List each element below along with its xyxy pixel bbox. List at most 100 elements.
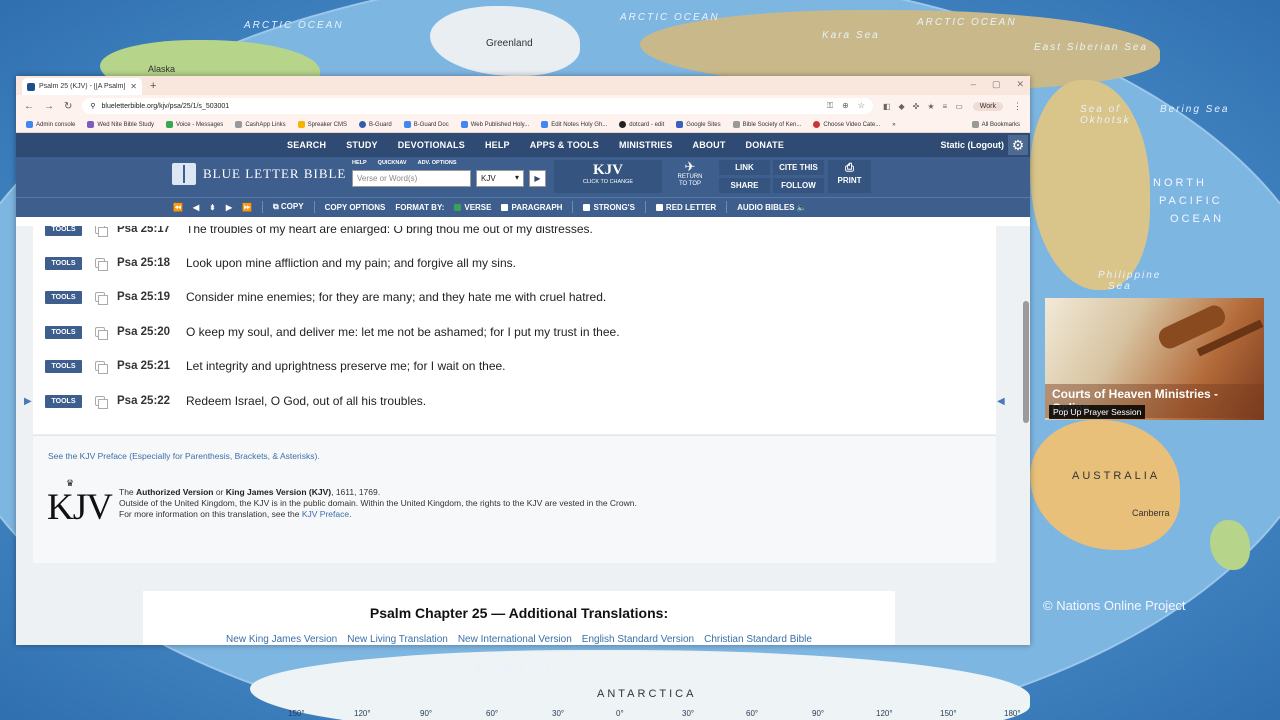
quicknav-link[interactable]: QUICKNAV: [378, 160, 407, 166]
zoom-icon[interactable]: ⊕: [842, 101, 849, 111]
nav-devotionals[interactable]: DEVOTIONALS: [398, 140, 465, 150]
verse-tools-button[interactable]: TOOLS: [45, 325, 82, 339]
bookmark-star-icon[interactable]: ★: [927, 102, 934, 111]
copy-verse-icon[interactable]: [95, 292, 108, 305]
copy-verse-icon[interactable]: [95, 258, 108, 271]
verse-tools-button[interactable]: TOOLS: [45, 359, 82, 373]
bookmark-item[interactable]: Edit Notes Holy Gh...: [541, 121, 607, 128]
last-chapter-icon[interactable]: ⏩: [242, 203, 252, 212]
media-icon[interactable]: ≡: [943, 102, 948, 111]
bookmark-item[interactable]: Voice - Messages: [165, 121, 223, 128]
translation-link[interactable]: New Living Translation: [347, 634, 448, 645]
prev-chapter-icon[interactable]: ◀: [193, 203, 199, 212]
puzzle-icon[interactable]: ✜: [913, 102, 920, 111]
copy-verse-icon[interactable]: [95, 361, 108, 374]
forward-arrow-icon[interactable]: →: [44, 101, 54, 112]
bookmark-item[interactable]: B-Guard Doc: [403, 121, 449, 128]
gear-icon[interactable]: ⚙: [1008, 135, 1028, 155]
extension-icon[interactable]: ◆: [899, 102, 905, 111]
copy-button[interactable]: ⧉ COPY: [273, 202, 304, 212]
search-input[interactable]: Verse or Word(s): [352, 170, 471, 187]
site-logo[interactable]: Blue Letter Bible: [172, 163, 346, 185]
all-bookmarks[interactable]: All Bookmarks: [971, 121, 1020, 128]
bookmark-item[interactable]: Bible Society of Ken...: [732, 121, 801, 128]
print-button[interactable]: ⎙ PRINT: [828, 160, 871, 193]
left-expand-arrow-icon[interactable]: ▶: [24, 396, 32, 407]
bookmark-item[interactable]: Spreaker CMS: [297, 121, 347, 128]
bookmarks-overflow-icon[interactable]: »: [892, 122, 895, 128]
nav-donate[interactable]: DONATE: [746, 140, 785, 150]
verse-tools-button[interactable]: TOOLS: [45, 256, 82, 270]
bookmark-item[interactable]: B-Guard: [359, 121, 392, 128]
strongs-option[interactable]: STRONG'S: [583, 203, 635, 212]
red-letter-option[interactable]: RED LETTER: [655, 203, 716, 212]
close-window-icon[interactable]: ✕: [1016, 79, 1024, 90]
back-arrow-icon[interactable]: ←: [24, 101, 34, 112]
version-change-button[interactable]: KJV CLICK TO CHANGE: [554, 160, 662, 193]
translation-link[interactable]: New King James Version: [226, 634, 337, 645]
bookmark-item[interactable]: Admin console: [26, 121, 75, 128]
follow-button[interactable]: FOLLOW: [773, 178, 824, 193]
nav-search[interactable]: SEARCH: [287, 140, 326, 150]
verse-tools-button[interactable]: TOOLS: [45, 394, 82, 408]
verse-reference[interactable]: Psa 25:17: [117, 226, 186, 235]
scrollbar[interactable]: [1022, 226, 1030, 645]
key-icon[interactable]: ⚿: [827, 101, 833, 111]
paragraph-format-option[interactable]: PARAGRAPH: [501, 203, 562, 212]
bookmark-item[interactable]: dotcard - edit: [619, 121, 664, 128]
checkbox-icon[interactable]: [583, 203, 591, 211]
profile-button[interactable]: Work: [972, 101, 1003, 111]
audio-bibles-button[interactable]: AUDIO BIBLES 🔈: [737, 203, 807, 212]
bookmark-item[interactable]: Google Sites: [676, 121, 721, 128]
minimize-icon[interactable]: –: [971, 79, 976, 90]
bookmark-item[interactable]: Wed Nite Bible Study: [87, 121, 154, 128]
verse-tools-button[interactable]: TOOLS: [45, 226, 82, 236]
cite-this-button[interactable]: CITE THIS: [773, 160, 824, 175]
close-tab-icon[interactable]: ✕: [130, 82, 137, 91]
scrollbar-thumb[interactable]: [1023, 301, 1029, 423]
chapter-list-icon[interactable]: ⇟: [209, 203, 216, 212]
verse-reference[interactable]: Psa 25:21: [117, 360, 186, 372]
link-button[interactable]: LINK: [719, 160, 770, 175]
nav-ministries[interactable]: MINISTRIES: [619, 140, 673, 150]
kjv-preface-inline-link[interactable]: KJV Preface: [302, 509, 349, 519]
bookmark-item[interactable]: Choose Video Cate...: [813, 121, 880, 128]
bookmark-item[interactable]: CashApp Links: [235, 121, 286, 128]
translation-link[interactable]: New International Version: [458, 634, 572, 645]
copy-verse-icon[interactable]: [95, 226, 108, 237]
translation-link[interactable]: English Standard Version: [582, 634, 694, 645]
verse-reference[interactable]: Psa 25:22: [117, 395, 186, 407]
bookmark-item[interactable]: Web Published Holy...: [460, 121, 529, 128]
verse-reference[interactable]: Psa 25:20: [117, 326, 186, 338]
translate-icon[interactable]: ◧: [883, 102, 891, 111]
reload-icon[interactable]: ↻: [64, 101, 72, 112]
site-info-icon[interactable]: ⚲: [90, 102, 95, 110]
maximize-icon[interactable]: ▢: [992, 79, 1001, 90]
search-help-link[interactable]: HELP: [352, 160, 367, 166]
checkbox-icon[interactable]: [501, 203, 509, 211]
return-to-top-button[interactable]: ✈ RETURN TO TOP: [670, 160, 710, 193]
search-go-button[interactable]: ▶: [529, 170, 546, 187]
url-field[interactable]: ⚲ blueletterbible.org/kjv/psa/25/1/s_503…: [82, 98, 873, 114]
sidebar-icon[interactable]: ▭: [955, 102, 963, 111]
right-expand-arrow-icon[interactable]: ◀: [997, 396, 1005, 407]
menu-dots-icon[interactable]: ⋮: [1013, 101, 1022, 112]
checkbox-icon[interactable]: [655, 203, 663, 211]
verse-reference[interactable]: Psa 25:18: [117, 257, 186, 269]
first-chapter-icon[interactable]: ⏪: [173, 203, 183, 212]
verse-reference[interactable]: Psa 25:19: [117, 291, 186, 303]
nav-help[interactable]: HELP: [485, 140, 510, 150]
user-logout-link[interactable]: Static (Logout): [941, 140, 1005, 150]
share-button[interactable]: SHARE: [719, 178, 770, 193]
new-tab-icon[interactable]: +: [150, 80, 156, 92]
star-bookmark-icon[interactable]: ☆: [858, 101, 865, 111]
copy-options-button[interactable]: COPY OPTIONS: [325, 203, 386, 212]
checkbox-checked-icon[interactable]: [454, 203, 462, 211]
adv-options-link[interactable]: ADV. OPTIONS: [418, 160, 457, 166]
verse-tools-button[interactable]: TOOLS: [45, 290, 82, 304]
translation-link[interactable]: Christian Standard Bible: [704, 634, 812, 645]
nav-about[interactable]: ABOUT: [693, 140, 726, 150]
next-chapter-icon[interactable]: ▶: [226, 203, 232, 212]
verse-format-option[interactable]: VERSE: [454, 203, 491, 212]
nav-study[interactable]: STUDY: [346, 140, 378, 150]
